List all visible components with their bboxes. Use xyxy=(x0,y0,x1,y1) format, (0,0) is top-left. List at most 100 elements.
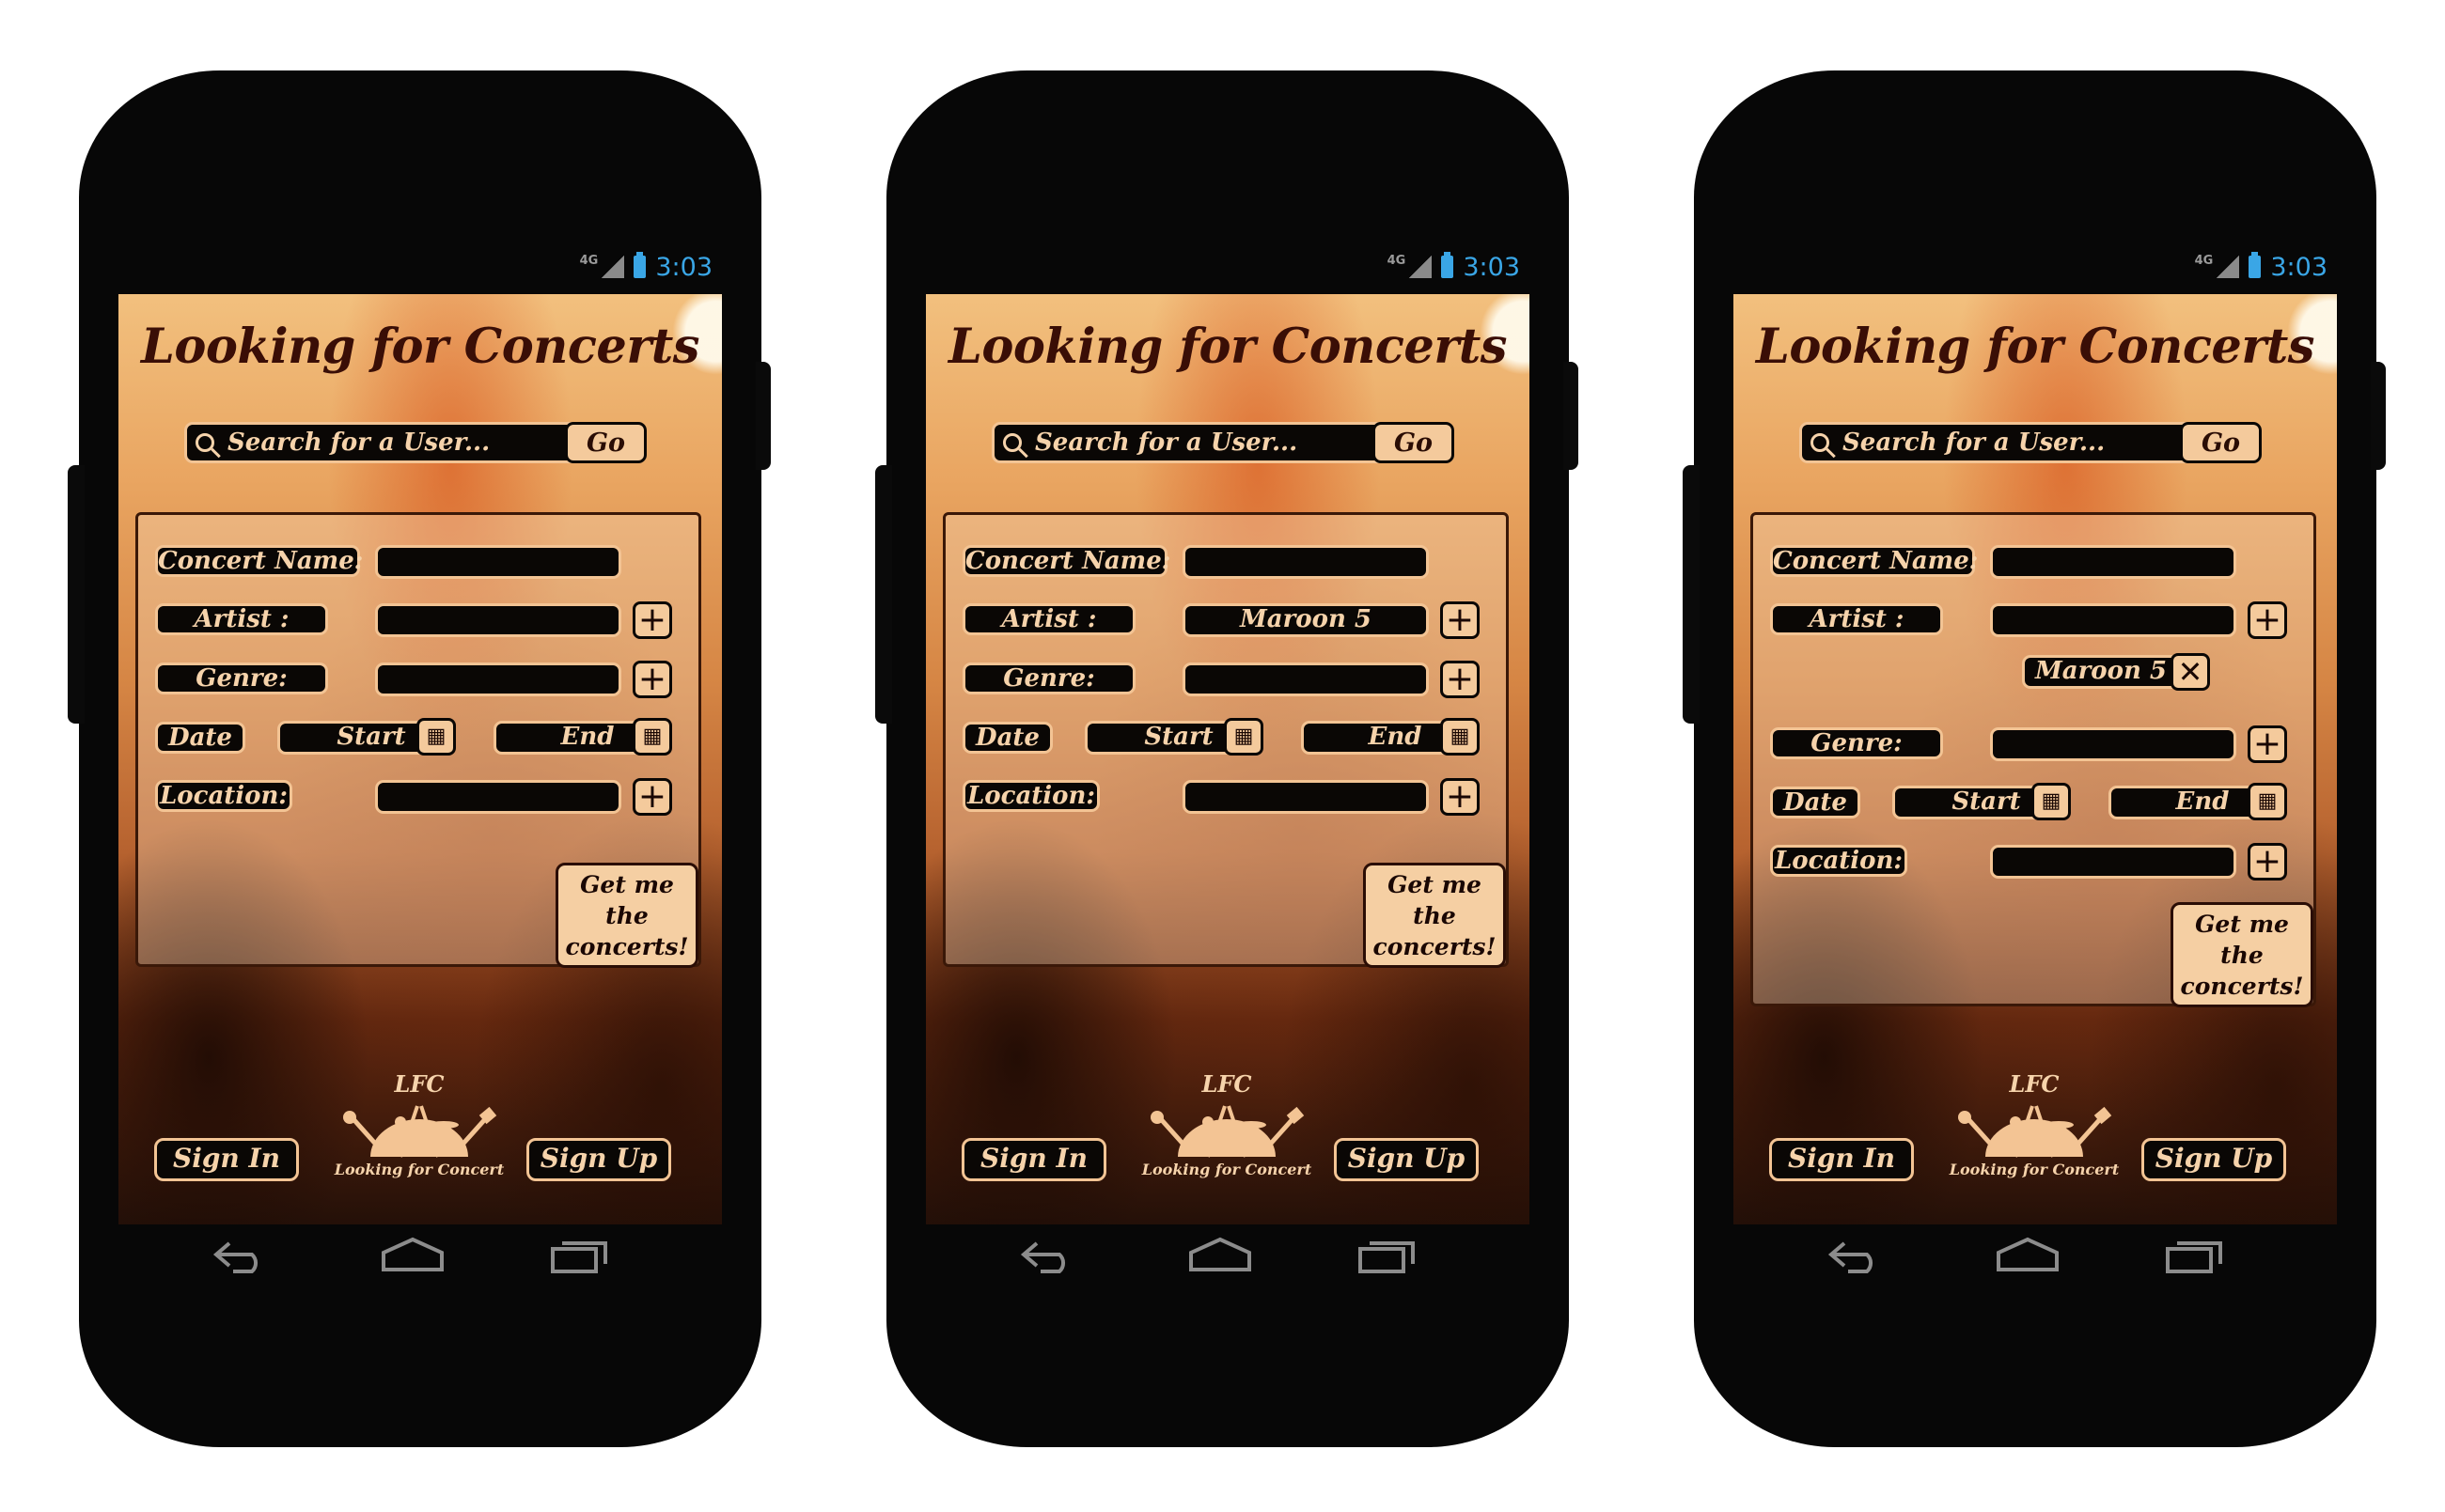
artist-label: Artist : xyxy=(155,603,328,635)
status-bar: 4G 3:03 xyxy=(580,247,713,287)
remove-artist-button[interactable]: ✕ xyxy=(2171,653,2210,691)
location-field[interactable] xyxy=(375,780,621,814)
end-calendar-button[interactable]: ▦ xyxy=(633,718,672,756)
search-icon xyxy=(1003,433,1022,452)
logo-text: Looking for Concert xyxy=(1949,1161,2120,1178)
end-calendar-button[interactable]: ▦ xyxy=(2248,783,2287,820)
start-calendar-button[interactable]: ▦ xyxy=(2031,783,2071,820)
end-date-button[interactable]: End xyxy=(2108,786,2270,819)
concert-name-label: Concert Name: xyxy=(1770,545,1978,577)
end-date-button[interactable]: End xyxy=(494,721,655,755)
search-icon xyxy=(1810,433,1829,452)
artist-field[interactable] xyxy=(375,603,621,637)
back-icon[interactable] xyxy=(1826,1236,1886,1277)
search-form: Concert Name: Artist : + Maroon 5 ✕ Genr… xyxy=(1750,512,2316,1007)
end-date-button[interactable]: End xyxy=(1301,721,1463,755)
plus-icon: + xyxy=(637,660,667,698)
volume-button xyxy=(1683,465,1700,724)
plus-icon: + xyxy=(1445,660,1475,698)
sign-in-button[interactable]: Sign In xyxy=(154,1138,299,1181)
plus-icon: + xyxy=(637,600,667,639)
lfc-logo: LFC Looking for Concert xyxy=(325,1070,513,1192)
calendar-icon: ▦ xyxy=(426,725,447,748)
search-input[interactable] xyxy=(227,427,565,459)
app-title: Looking for Concerts xyxy=(1755,319,2315,375)
battery-icon xyxy=(2249,252,2262,278)
artist-label: Artist : xyxy=(1770,603,1943,635)
go-button[interactable]: Go xyxy=(1372,422,1454,463)
concert-name-label: Concert Name: xyxy=(155,545,363,577)
start-date-button[interactable]: Start xyxy=(1892,786,2054,819)
app-screen: Looking for Concerts Go Concert Name: Ar… xyxy=(1733,294,2337,1224)
start-date-button[interactable]: Start xyxy=(1085,721,1246,755)
signal-icon xyxy=(2217,256,2240,278)
start-calendar-button[interactable]: ▦ xyxy=(416,718,456,756)
sign-in-button[interactable]: Sign In xyxy=(1769,1138,1914,1181)
sign-up-button[interactable]: Sign Up xyxy=(526,1138,671,1181)
back-icon[interactable] xyxy=(1018,1236,1078,1277)
artist-field[interactable] xyxy=(1990,603,2236,637)
get-concerts-button[interactable]: Get me the concerts! xyxy=(2171,902,2313,1007)
android-nav-bar xyxy=(211,1236,630,1292)
get-concerts-button[interactable]: Get me the concerts! xyxy=(1363,863,1506,968)
add-location-button[interactable]: + xyxy=(633,778,672,816)
power-button xyxy=(1563,362,1578,470)
date-label: Date xyxy=(963,722,1053,754)
home-icon[interactable] xyxy=(1995,1236,2061,1277)
genre-field[interactable] xyxy=(375,662,621,696)
start-calendar-button[interactable]: ▦ xyxy=(1224,718,1263,756)
home-icon[interactable] xyxy=(380,1236,446,1277)
location-label: Location: xyxy=(963,780,1100,812)
add-location-button[interactable]: + xyxy=(2248,843,2287,881)
add-genre-button[interactable]: + xyxy=(2248,725,2287,763)
calendar-icon: ▦ xyxy=(2041,789,2061,813)
phone-2: 4G 3:03 Looking for Concerts Go Concert … xyxy=(875,70,1578,1447)
start-date-button[interactable]: Start xyxy=(277,721,439,755)
concert-name-field[interactable] xyxy=(1183,545,1429,579)
sign-up-button[interactable]: Sign Up xyxy=(2141,1138,2286,1181)
recent-apps-icon[interactable] xyxy=(549,1236,611,1277)
date-label: Date xyxy=(155,722,245,754)
add-genre-button[interactable]: + xyxy=(633,661,672,698)
plus-icon: + xyxy=(2252,600,2282,639)
get-concerts-button[interactable]: Get me the concerts! xyxy=(556,863,698,968)
volume-button xyxy=(875,465,892,724)
search-input[interactable] xyxy=(1035,427,1372,459)
add-artist-button[interactable]: + xyxy=(1440,601,1480,639)
go-button[interactable]: Go xyxy=(565,422,647,463)
back-icon[interactable] xyxy=(211,1236,271,1277)
lfc-logo: LFC Looking for Concert xyxy=(1133,1070,1321,1192)
volume-button xyxy=(68,465,85,724)
search-icon xyxy=(196,433,214,452)
artist-field[interactable]: Maroon 5 xyxy=(1183,603,1429,637)
location-label: Location: xyxy=(155,780,292,812)
concert-name-field[interactable] xyxy=(375,545,621,579)
add-artist-button[interactable]: + xyxy=(2248,601,2287,639)
add-location-button[interactable]: + xyxy=(1440,778,1480,816)
location-field[interactable] xyxy=(1183,780,1429,814)
add-artist-button[interactable]: + xyxy=(633,601,672,639)
end-calendar-button[interactable]: ▦ xyxy=(1440,718,1480,756)
sign-in-button[interactable]: Sign In xyxy=(962,1138,1106,1181)
genre-field[interactable] xyxy=(1183,662,1429,696)
go-button[interactable]: Go xyxy=(2180,422,2262,463)
calendar-icon: ▦ xyxy=(1450,725,1470,748)
genre-label: Genre: xyxy=(1770,727,1943,759)
android-nav-bar xyxy=(1018,1236,1437,1292)
home-icon[interactable] xyxy=(1187,1236,1253,1277)
concert-name-field[interactable] xyxy=(1990,545,2236,579)
genre-field[interactable] xyxy=(1990,727,2236,761)
add-genre-button[interactable]: + xyxy=(1440,661,1480,698)
sign-up-button[interactable]: Sign Up xyxy=(1334,1138,1479,1181)
logo-text: Looking for Concert xyxy=(334,1161,505,1178)
search-input[interactable] xyxy=(1842,427,2180,459)
recent-apps-icon[interactable] xyxy=(2164,1236,2226,1277)
genre-label: Genre: xyxy=(155,662,328,694)
signal-icon xyxy=(1409,256,1433,278)
artist-chip: Maroon 5 xyxy=(2022,655,2180,689)
instruments-logo-icon xyxy=(1151,1105,1305,1158)
location-label: Location: xyxy=(1770,845,1907,877)
recent-apps-icon[interactable] xyxy=(1356,1236,1418,1277)
app-screen: Looking for Concerts Go Concert Name: Ar… xyxy=(926,294,1529,1224)
location-field[interactable] xyxy=(1990,845,2236,879)
